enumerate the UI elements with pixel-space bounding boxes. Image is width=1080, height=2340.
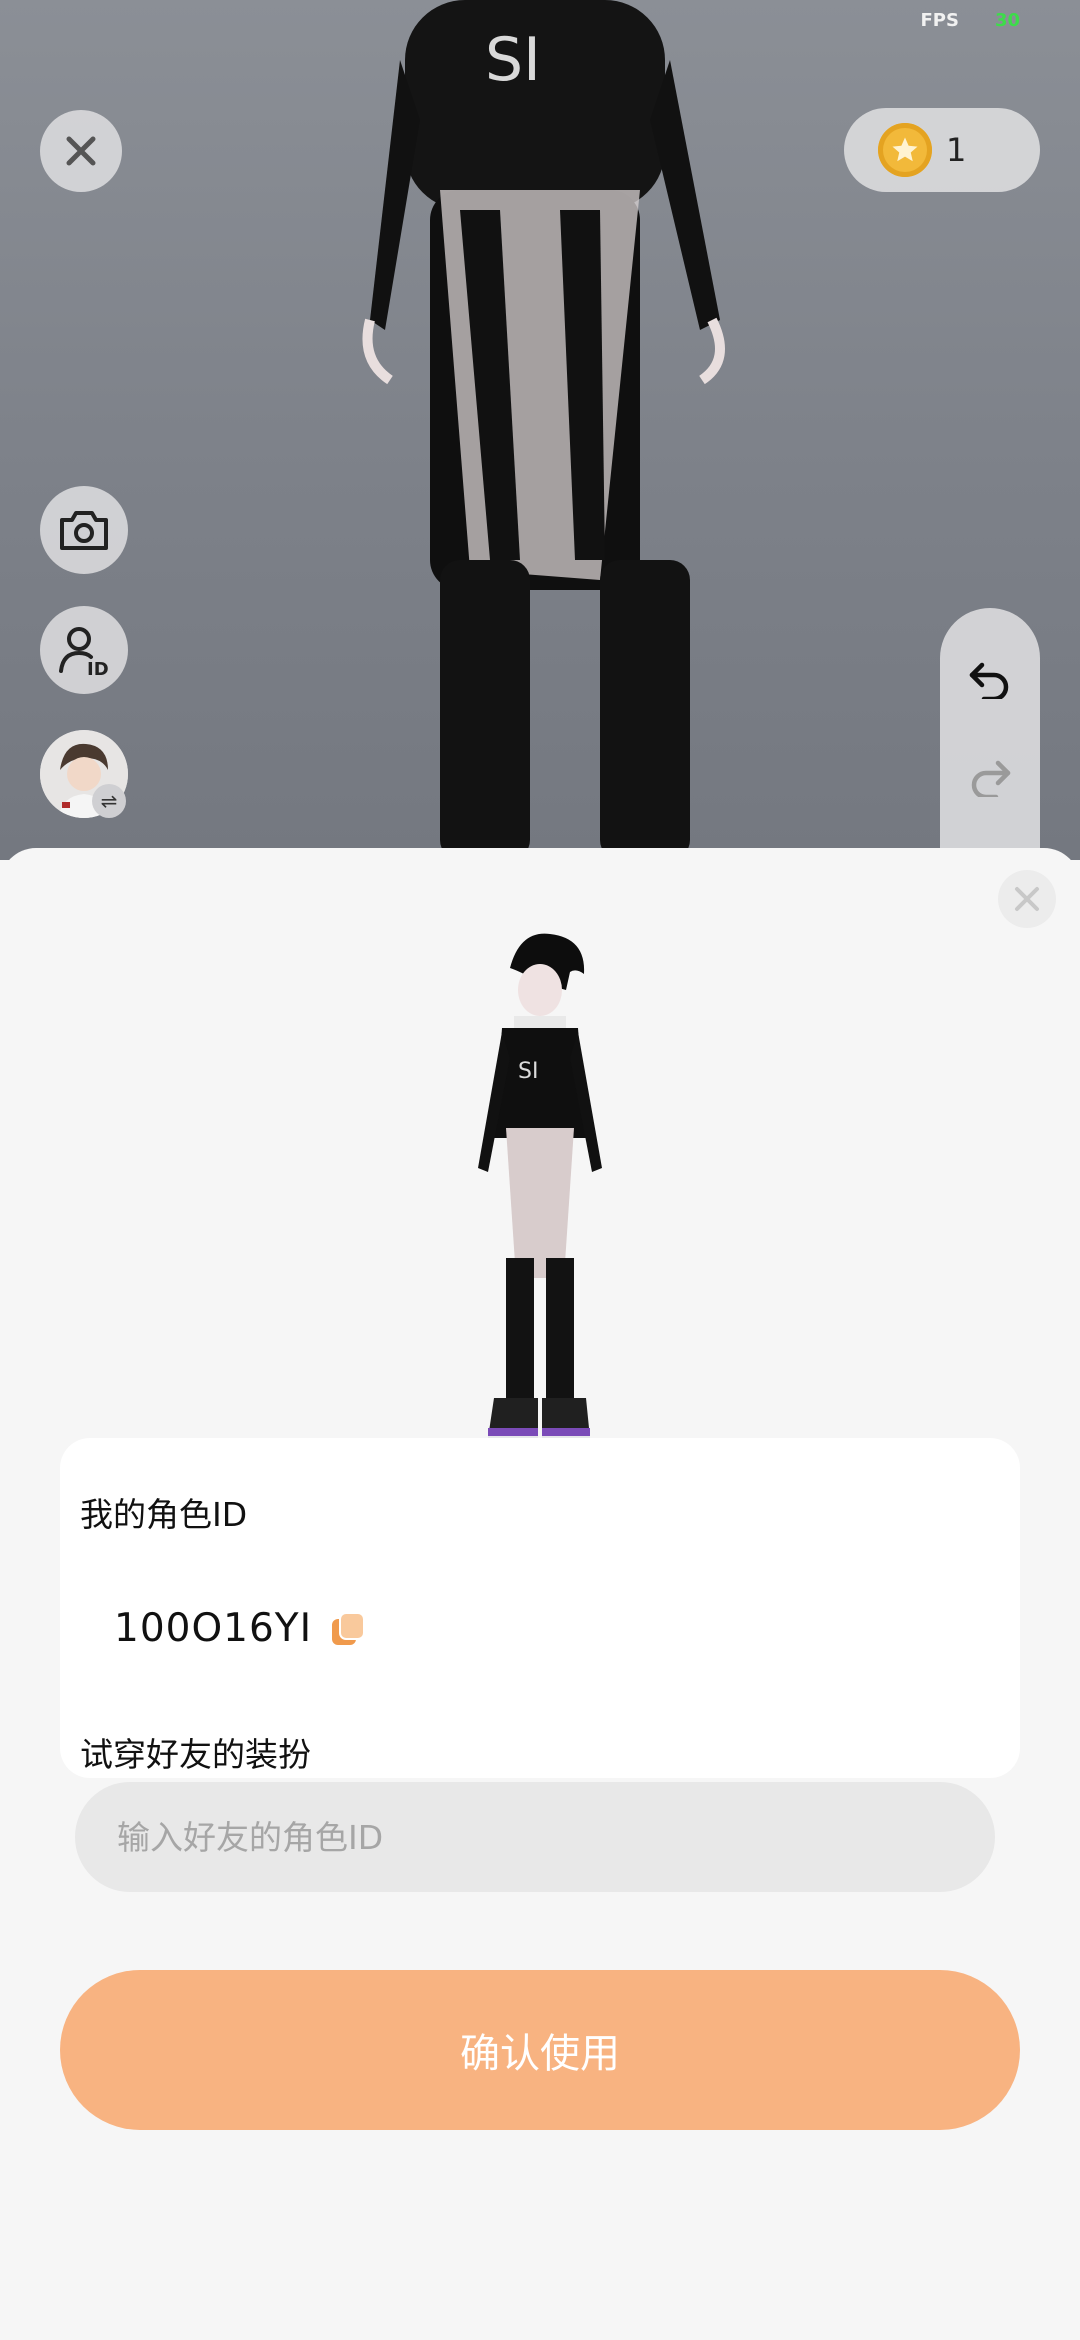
- fps-label: FPS: [920, 10, 959, 31]
- close-icon: [66, 136, 96, 166]
- redo-icon: [971, 760, 1011, 797]
- copy-icon[interactable]: [330, 1611, 366, 1647]
- coin-count: 1: [946, 131, 967, 169]
- svg-text:SI: SI: [518, 1059, 538, 1084]
- star-coin-icon: [878, 123, 932, 177]
- id-card: 我的角色ID 100O16YI 试穿好友的装扮: [60, 1438, 1020, 1778]
- camera-button[interactable]: [40, 486, 128, 574]
- redo-button[interactable]: [965, 752, 1015, 802]
- sheet-close-button[interactable]: [998, 870, 1056, 928]
- undo-redo-panel: [940, 608, 1040, 860]
- camera-icon: [60, 511, 108, 550]
- undo-icon: [969, 662, 1009, 699]
- close-button[interactable]: [40, 110, 122, 192]
- try-on-label: 试穿好友的装扮: [80, 1735, 311, 1774]
- coin-balance[interactable]: 1: [844, 108, 1040, 192]
- my-id-label: 我的角色ID: [80, 1495, 248, 1534]
- character-preview: SI: [478, 933, 602, 1448]
- my-id-row: 100O16YI: [114, 1606, 366, 1651]
- person-id-icon: ID: [59, 627, 109, 677]
- svg-text:SI: SI: [485, 25, 541, 95]
- my-id-value: 100O16YI: [114, 1606, 313, 1651]
- fps-counter: FPS 30: [920, 10, 1020, 31]
- svg-text:ID: ID: [87, 659, 109, 677]
- swap-icon: ⇌: [92, 784, 126, 818]
- friend-id-input[interactable]: [75, 1782, 995, 1892]
- fps-value: 30: [994, 10, 1020, 31]
- profile-id-button[interactable]: ID: [40, 606, 128, 694]
- character-3d-viewport[interactable]: SI FPS 30 1 ID ⇌: [0, 0, 1080, 860]
- character-id-sheet: SI 我的角色ID 100O16YI 试穿好友的装扮 确认使用: [0, 848, 1080, 2340]
- undo-button[interactable]: [965, 654, 1015, 704]
- confirm-button[interactable]: 确认使用: [60, 1970, 1020, 2130]
- close-icon: [1015, 887, 1039, 911]
